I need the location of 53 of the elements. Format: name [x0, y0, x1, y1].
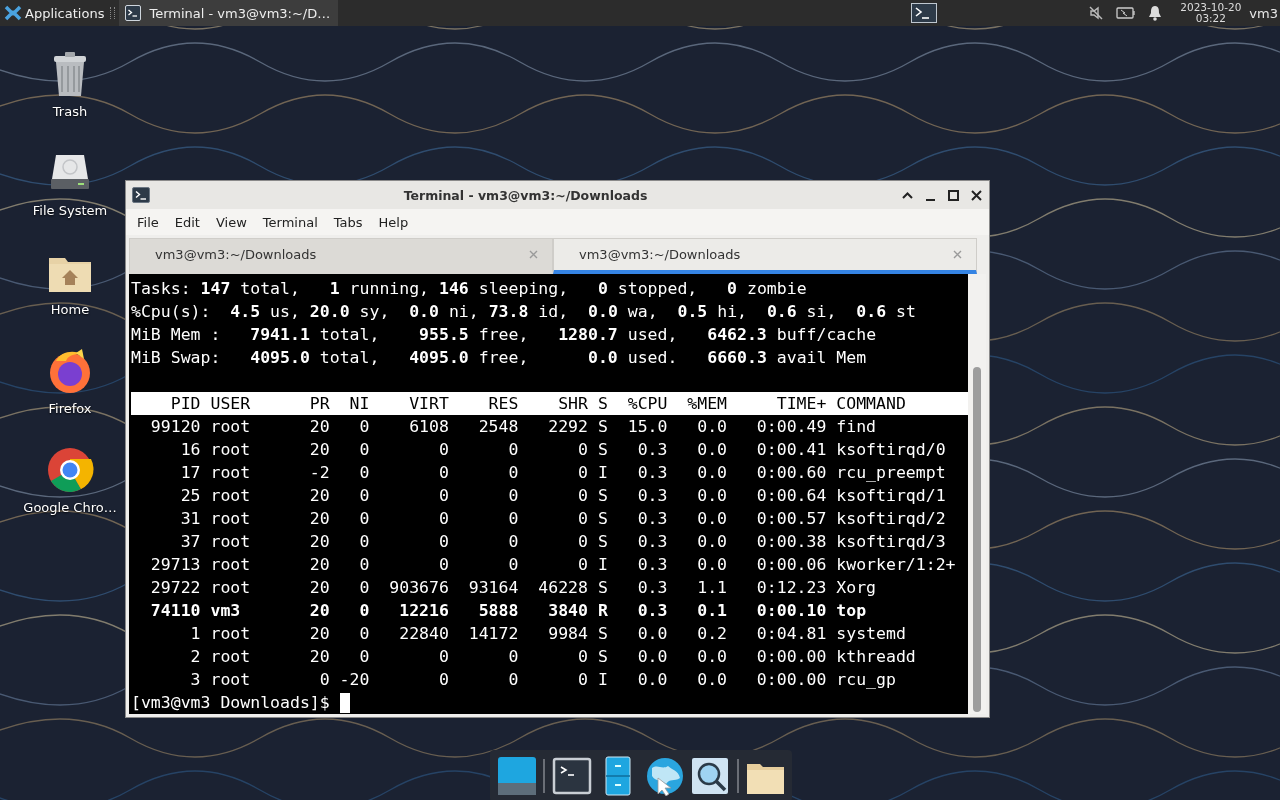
process-line: 16 root 20 0 0 0 0 S 0.3 0.0 0:00.41 ksoftirqd/0 [179, 439, 947, 461]
magnifier-icon[interactable] [690, 756, 731, 796]
taskbar-button[interactable]: Terminal - vm3@vm3:~/D… [119, 0, 339, 26]
process-line: 2 root 20 0 0 0 0 S 0.0 0.0 0:00.00 kthreadd [189, 646, 917, 668]
menu-item[interactable]: Terminal [255, 211, 325, 233]
icon-label[interactable]: Firefox [48, 401, 92, 416]
window-title: Terminal - vm3@vm3:~/Downloads [402, 187, 649, 203]
shell-prompt: [vm3@vm3 Downloads]$ [131, 692, 330, 714]
menu-item[interactable]: View [208, 211, 254, 233]
close-icon[interactable] [970, 188, 983, 202]
terminal-line: MiB Swap: 4095.0 total, 4095.0 free, 0.0 used. 6660.3 avail Mem [131, 347, 868, 369]
menu-item[interactable]: Help [371, 211, 416, 233]
icon-label[interactable]: File System [32, 203, 108, 218]
icon-label[interactable]: Home [50, 302, 90, 317]
process-line: 99120 root 20 0 6108 2548 2292 S 15.0 0.0 0:00.49 find [149, 416, 878, 438]
process-line: 17 root -2 0 0 0 0 I 0.3 0.0 0:00.60 rcu_preempt [179, 462, 947, 484]
terminal-icon[interactable] [911, 3, 938, 23]
process-line: 25 root 20 0 0 0 0 S 0.3 0.0 0:00.64 ksoftirqd/1 [179, 485, 947, 507]
terminal-line: %Cpu(s): 4.5 us, 20.0 sy, 0.0 ni, 73.8 id, 0.0 wa, 0.5 hi, 0.6 si, 0.6 st [131, 301, 917, 323]
menu-item[interactable]: Edit [167, 211, 207, 233]
terminal-icon[interactable] [551, 756, 592, 796]
scrollbar-thumb[interactable] [973, 367, 981, 712]
scrollbar[interactable] [968, 274, 986, 714]
terminal-line: Tasks: 147 total, 1 running, 146 sleeping, 0 stopped, 0 zombie [131, 278, 808, 300]
battery-icon[interactable] [1116, 6, 1137, 20]
tab[interactable]: vm3@vm3:~/Downloads [129, 238, 553, 274]
icon-label[interactable]: Google Chro… [23, 500, 117, 515]
desktop-icon[interactable] [497, 756, 538, 796]
process-line: 3 root 0 -20 0 0 0 I 0.0 0.0 0:00.00 rcu_gp [189, 669, 897, 691]
icon-label[interactable]: Trash [52, 104, 88, 119]
process-line: 37 root 20 0 0 0 0 S 0.3 0.0 0:00.38 ksoftirqd/3 [179, 531, 947, 553]
menu-item[interactable]: File [130, 211, 166, 233]
bell-icon[interactable] [1148, 5, 1163, 21]
muted-speaker-icon[interactable] [1088, 5, 1105, 21]
clock-date: 2023-10-20 [1180, 2, 1242, 13]
round-browser-icon[interactable] [46, 446, 94, 494]
globe-cursor-icon[interactable] [644, 756, 685, 796]
user-name[interactable]: vm3 [1249, 5, 1278, 21]
tab[interactable]: vm3@vm3:~/Downloads [553, 238, 977, 274]
process-line: 29713 root 20 0 0 0 0 I 0.3 0.0 0:00.06 kworker/1:2+ [149, 554, 957, 576]
mouse-logo-icon [4, 4, 22, 22]
process-line: 1 root 20 0 22840 14172 9984 S 0.0 0.2 0:04.81 systemd [189, 623, 907, 645]
terminal-line: MiB Mem : 7941.1 total, 955.5 free, 1280.7 used, 6462.3 buff/cache [131, 324, 878, 346]
applications-menu[interactable]: Applications [0, 0, 109, 26]
menu-item[interactable]: Tabs [326, 211, 370, 233]
process-line: 29722 root 20 0 903676 93164 46228 S 0.3 1.1 0:12.23 Xorg [149, 577, 878, 599]
text-cursor [339, 692, 350, 713]
terminal-icon [132, 187, 150, 203]
process-line: 31 root 20 0 0 0 0 S 0.3 0.0 0:00.57 ksoftirqd/2 [179, 508, 947, 530]
terminal-icon [125, 5, 142, 21]
process-line: 74110 vm3 20 0 12216 5888 3840 R 0.3 0.1 0:00.10 top [149, 600, 868, 622]
clock-time: 03:22 [1195, 13, 1226, 24]
maximize-icon[interactable] [947, 188, 960, 202]
